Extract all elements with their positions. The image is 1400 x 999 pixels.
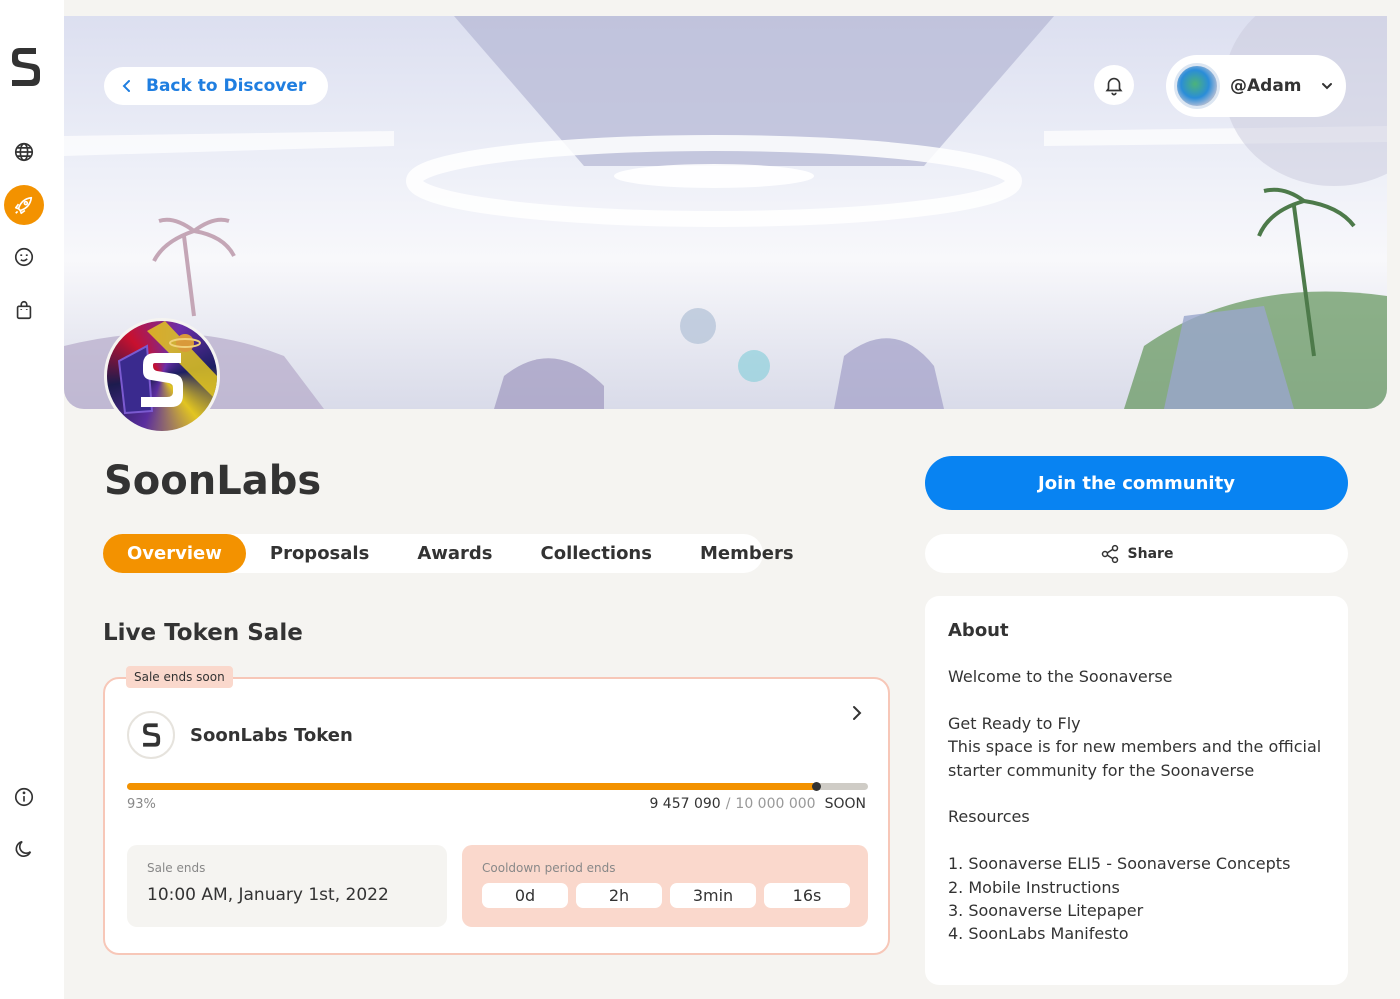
chevron-down-icon (1322, 83, 1332, 90)
bag-icon (16, 300, 32, 320)
soonlabs-logo-icon (117, 321, 217, 415)
total-amount: 10 000 000 (735, 796, 816, 812)
user-menu[interactable]: @Adam (1166, 55, 1346, 117)
tab-collections[interactable]: Collections (517, 534, 676, 573)
token-symbol: SOON (824, 796, 866, 812)
sale-progress-fill (127, 783, 817, 790)
sale-progress-bar (127, 782, 868, 791)
cooldown-box: Cooldown period ends 0d 2h 3min 16s (462, 845, 868, 927)
sidebar-item-discover[interactable] (4, 132, 44, 172)
rocket-icon (14, 196, 33, 215)
bell-icon (1105, 77, 1123, 96)
smiley-icon (14, 247, 34, 267)
sidebar-item-theme[interactable] (4, 829, 44, 869)
back-label: Back to Discover (146, 76, 307, 96)
notifications-button[interactable] (1094, 65, 1134, 105)
sidebar-item-members[interactable] (4, 237, 44, 277)
cooldown-label: Cooldown period ends (482, 861, 616, 875)
countdown-days: 0d (482, 883, 568, 908)
token-name: SoonLabs Token (190, 725, 353, 746)
sold-amount: 9 457 090 (649, 796, 721, 812)
join-community-button[interactable]: Join the community (925, 456, 1348, 510)
moon-icon (15, 840, 32, 857)
about-line-1: Get Ready to Fly (948, 713, 1081, 733)
resource-link[interactable]: 1. Soonaverse ELI5 - Soonaverse Concepts (948, 852, 1325, 875)
tab-overview[interactable]: Overview (103, 534, 246, 573)
tab-awards[interactable]: Awards (393, 534, 516, 573)
globe-icon (14, 142, 34, 162)
resource-link[interactable]: 2. Mobile Instructions (948, 876, 1325, 899)
about-panel: About Welcome to the Soonaverse Get Read… (925, 596, 1348, 985)
share-label: Share (1127, 545, 1174, 562)
about-welcome: Welcome to the Soonaverse (948, 667, 1173, 686)
tab-proposals[interactable]: Proposals (246, 534, 393, 573)
sidebar-item-info[interactable] (4, 777, 44, 817)
share-icon (1101, 544, 1118, 563)
resource-link[interactable]: 4. SoonLabs Manifesto (948, 922, 1325, 945)
live-token-sale-heading: Live Token Sale (103, 620, 303, 646)
countdown-seconds: 16s (764, 883, 850, 908)
user-name: @Adam (1230, 76, 1302, 96)
chevron-right-icon[interactable] (847, 703, 867, 723)
token-sale-card[interactable]: SoonLabs Token 93% 9 457 090 / 10 000 00… (103, 677, 890, 955)
sale-ends-soon-badge: Sale ends soon (126, 666, 233, 688)
cooldown-countdown: 0d 2h 3min 16s (482, 883, 850, 908)
share-button[interactable]: Share (925, 534, 1348, 573)
supply-separator: / (725, 796, 731, 812)
sale-progress-marker (812, 782, 822, 791)
sale-ends-label: Sale ends (147, 861, 206, 875)
sale-ends-value: 10:00 AM, January 1st, 2022 (147, 885, 389, 905)
about-line-2: This space is for new members and the of… (948, 737, 1322, 780)
soon-token-icon (143, 723, 161, 747)
info-icon (14, 787, 34, 807)
sale-progress-percent: 93% (127, 797, 156, 812)
token-logo (127, 711, 175, 759)
sale-ends-box: Sale ends 10:00 AM, January 1st, 2022 (127, 845, 447, 927)
soonaverse-logo-icon[interactable] (8, 44, 42, 90)
tab-members[interactable]: Members (676, 534, 818, 573)
resource-link[interactable]: 3. Soonaverse Litepaper (948, 899, 1325, 922)
avatar (1174, 63, 1220, 109)
page-title: SoonLabs (104, 458, 322, 504)
about-resources-title: Resources (948, 807, 1030, 827)
countdown-minutes: 3min (670, 883, 756, 908)
space-tabs: Overview Proposals Awards Collections Me… (103, 534, 794, 573)
sidebar-item-marketplace[interactable] (4, 290, 44, 330)
sale-supply: 9 457 090 / 10 000 000 SOON (649, 796, 866, 812)
sidebar (0, 0, 64, 999)
space-avatar (104, 318, 220, 434)
back-to-discover-button[interactable]: Back to Discover (104, 67, 329, 105)
sidebar-item-launchpad[interactable] (4, 185, 44, 225)
about-title: About (948, 620, 1009, 641)
space-banner: Back to Discover @Adam (64, 16, 1387, 409)
chevron-left-icon (122, 80, 130, 92)
countdown-hours: 2h (576, 883, 662, 908)
